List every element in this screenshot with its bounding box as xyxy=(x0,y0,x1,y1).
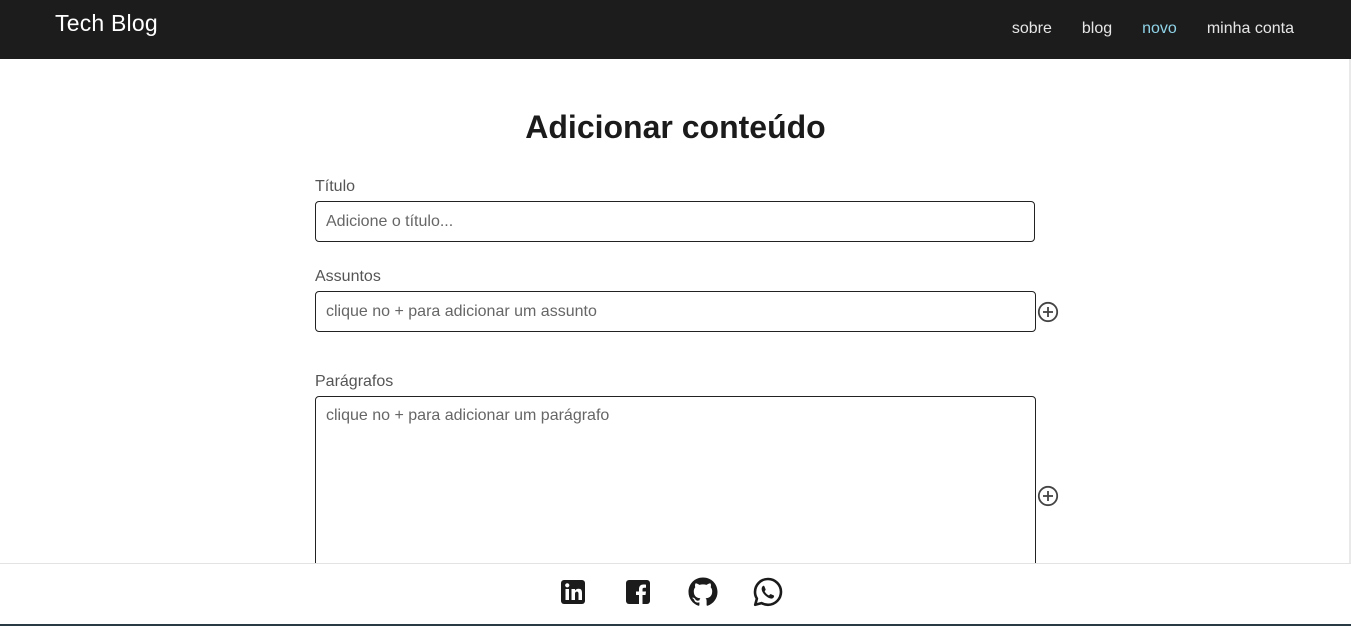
facebook-icon[interactable] xyxy=(622,576,654,608)
github-icon[interactable] xyxy=(687,576,719,608)
nav-link-novo[interactable]: novo xyxy=(1142,20,1177,38)
linkedin-icon[interactable] xyxy=(557,576,589,608)
paragraphs-label: Parágrafos xyxy=(315,373,394,390)
nav-link-blog[interactable]: blog xyxy=(1082,20,1112,38)
subjects-input[interactable] xyxy=(315,291,1036,332)
footer xyxy=(0,563,1351,626)
paragraphs-textarea[interactable] xyxy=(315,396,1036,586)
title-input[interactable] xyxy=(315,201,1035,242)
whatsapp-icon[interactable] xyxy=(752,576,784,608)
title-label: Título xyxy=(315,178,356,195)
top-navbar: Tech Blog sobre blog novo minha conta xyxy=(0,0,1351,59)
nav-link-sobre[interactable]: sobre xyxy=(1012,20,1052,38)
nav-link-minha-conta[interactable]: minha conta xyxy=(1207,20,1294,38)
add-paragraph-button[interactable] xyxy=(1037,485,1059,507)
add-subject-button[interactable] xyxy=(1037,301,1059,323)
page-title: Adicionar conteúdo xyxy=(525,109,826,145)
brand-logo-text[interactable]: Tech Blog xyxy=(55,10,158,37)
nav-links: sobre blog novo minha conta xyxy=(1012,20,1294,38)
subjects-label: Assuntos xyxy=(315,268,381,285)
